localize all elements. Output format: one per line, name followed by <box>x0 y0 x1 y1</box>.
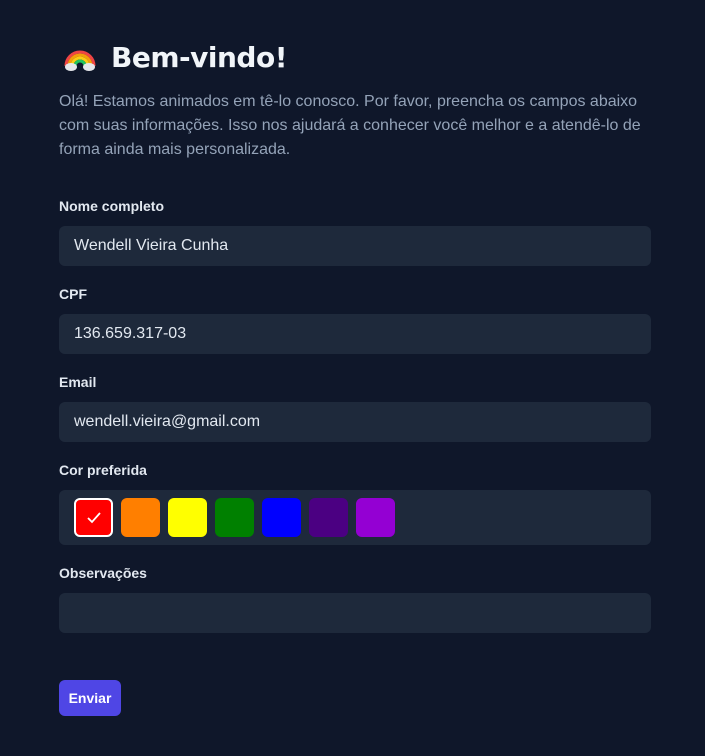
color-swatch-6[interactable] <box>356 498 395 537</box>
color-label: Cor preferida <box>59 462 147 478</box>
rainbow-icon <box>63 40 97 74</box>
cpf-label: CPF <box>59 286 87 302</box>
welcome-form: Bem-vindo! Olá! Estamos animados em tê-l… <box>59 38 651 716</box>
email-label: Email <box>59 374 97 390</box>
color-picker <box>59 490 651 545</box>
cpf-input[interactable]: 136.659.317-03 <box>59 314 651 354</box>
submit-button[interactable]: Enviar <box>59 680 121 716</box>
color-swatch-2[interactable] <box>168 498 207 537</box>
name-label: Nome completo <box>59 198 165 214</box>
color-swatch-5[interactable] <box>309 498 348 537</box>
page-header: Bem-vindo! <box>59 38 651 76</box>
name-value: Wendell Vieira Cunha <box>74 237 229 254</box>
color-swatch-1[interactable] <box>121 498 160 537</box>
email-input[interactable]: wendell.vieira@gmail.com <box>59 402 651 442</box>
color-swatch-4[interactable] <box>262 498 301 537</box>
color-swatch-0[interactable] <box>74 498 113 537</box>
cpf-field-group: CPF 136.659.317-03 <box>59 286 651 354</box>
name-input[interactable]: Wendell Vieira Cunha <box>59 226 651 266</box>
page-title: Bem-vindo! <box>111 40 287 74</box>
cpf-value: 136.659.317-03 <box>74 325 187 342</box>
email-value: wendell.vieira@gmail.com <box>74 413 261 430</box>
color-field-group: Cor preferida <box>59 462 651 545</box>
color-swatch-3[interactable] <box>215 498 254 537</box>
name-field-group: Nome completo Wendell Vieira Cunha <box>59 198 651 266</box>
notes-label: Observações <box>59 565 147 581</box>
notes-input[interactable] <box>59 593 651 633</box>
email-field-group: Email wendell.vieira@gmail.com <box>59 374 651 442</box>
check-icon <box>86 511 101 523</box>
intro-text: Olá! Estamos animados em tê-lo conosco. … <box>59 93 641 158</box>
notes-field-group: Observações <box>59 565 651 633</box>
